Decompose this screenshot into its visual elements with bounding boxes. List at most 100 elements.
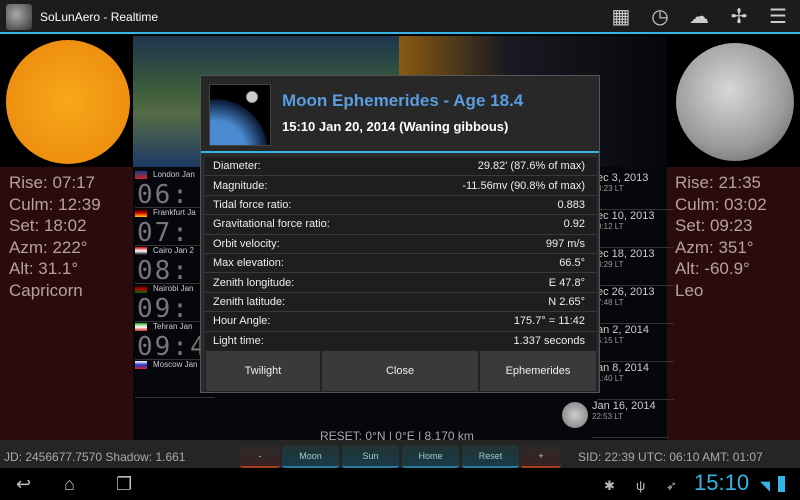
city-label: Nairobi Jan (153, 284, 194, 293)
phase-date: ec 26, 2013 (597, 286, 655, 298)
moon-phase-item[interactable]: Jan 16, 2014 22:53 LT (592, 400, 669, 438)
moon-sign: Leo (675, 280, 704, 300)
moon-button[interactable]: Moon (282, 445, 339, 468)
city-time-digits: 07: (137, 218, 190, 248)
moon-set: Set: 09:23 (675, 216, 753, 235)
flag-icon (135, 284, 147, 293)
moon-culm: Culm: 03:02 (675, 194, 767, 214)
ephemeris-row: Light time: 1.337 seconds (205, 331, 597, 351)
ephemeris-value: 0.92 (563, 218, 585, 231)
moon-phase-item[interactable]: ec 10, 2013 9:12 LT (597, 210, 674, 248)
flag-icon (135, 322, 147, 331)
ephemeris-row: Tidal force ratio: 0.883 (205, 195, 597, 216)
moon-phase-item[interactable]: ec 18, 2013 3:29 LT (597, 248, 674, 286)
city-label: Frankfurt Ja (153, 208, 196, 217)
zoom-in-button[interactable]: + (521, 445, 561, 468)
ephemerides-table: Diameter: 29.82' (87.6% of max) Magnitude:… (205, 157, 597, 351)
system-clock: 15:10 (694, 470, 750, 495)
moon-info: Rise: 21:35 Culm: 03:02 Set: 09:23 Azm: … (675, 172, 767, 301)
ephemeris-row: Max elevation: 66.5° (205, 253, 597, 274)
ephemeris-value: -11.56mv (90.8% of max) (462, 179, 585, 192)
sun-button[interactable]: Sun (342, 445, 399, 468)
phase-date: ec 3, 2013 (597, 172, 649, 184)
ephemeris-label: Light time: (213, 334, 264, 347)
ephemeris-label: Tidal force ratio: (213, 198, 292, 211)
sun-rise: Rise: 07:17 (9, 173, 95, 192)
app-icon[interactable] (6, 4, 32, 30)
city-label: London Jan (153, 170, 195, 179)
moon-phase-item[interactable]: ec 3, 2013 3:23 LT (597, 172, 674, 210)
home-icon[interactable]: ⌂ (64, 474, 75, 495)
ephemeris-value: 29.82' (87.6% of max) (477, 160, 585, 173)
city-time-digits: 08: (137, 256, 190, 286)
app-title: SoLunAero - Realtime (40, 10, 159, 24)
moon-ephemerides-dialog: Moon Ephemerides - Age 18.4 15:10 Jan 20… (200, 75, 600, 393)
city-label: Tehran Jan (153, 322, 193, 331)
calendar-icon[interactable]: ▦ (609, 6, 633, 28)
sun-info: Rise: 07:17 Culm: 12:39 Set: 18:02 Azm: … (9, 172, 101, 301)
recent-apps-icon[interactable]: ❐ (116, 474, 132, 495)
flag-icon (135, 360, 147, 369)
dialog-header: Moon Ephemerides - Age 18.4 15:10 Jan 20… (201, 76, 599, 153)
time-readout: SID: 22:39 UTC: 06:10 AMT: 01:07 (578, 450, 763, 464)
phase-date: an 8, 2014 (597, 362, 649, 374)
jd-shadow-readout: JD: 2456677.7570 Shadow: 1.661 (4, 450, 186, 464)
dialog-title: Moon Ephemerides - Age 18.4 (282, 91, 524, 110)
flag-icon (135, 208, 147, 217)
ephemeris-row: Orbit velocity: 997 m/s (205, 234, 597, 254)
sun-alt: Alt: 31.1° (9, 259, 79, 278)
back-icon[interactable]: ↩ (16, 474, 31, 495)
ephemeris-value: 997 m/s (545, 237, 585, 250)
moon-phase-item[interactable]: an 8, 2014 1:40 LT (597, 362, 674, 400)
sun-set: Set: 18:02 (9, 216, 87, 235)
phase-time: 9:12 LT (597, 222, 624, 231)
phase-time: 22:53 LT (592, 412, 623, 421)
phase-time: 3:23 LT (597, 184, 624, 193)
ephemeris-row: Hour Angle: 175.7° = 11:42 (205, 312, 597, 332)
moon-phase-item[interactable]: an 2, 2014 5:15 LT (597, 324, 674, 362)
ephemeris-row: Diameter: 29.82' (87.6% of max) (205, 157, 597, 177)
moon-phase-item[interactable]: ec 26, 2013 7:48 LT (597, 286, 674, 324)
cloud-icon[interactable]: ☁ (687, 6, 711, 28)
city-label: Cairo Jan 2 (153, 246, 194, 255)
moon-alt: Alt: -60.9° (675, 259, 750, 278)
phase-time: 1:40 LT (597, 374, 624, 383)
phase-time: 7:48 LT (597, 298, 624, 307)
ephemeris-row: Zenith longitude: E 47.8° (205, 273, 597, 293)
zoom-out-button[interactable]: - (240, 445, 280, 468)
ephemeris-label: Hour Angle: (213, 315, 271, 328)
ephemeris-label: Orbit velocity: (213, 237, 280, 250)
ephemeris-value: 1.337 seconds (513, 334, 585, 347)
city-time-digits: 09: (137, 294, 190, 324)
wifi-icon: ◥ (760, 478, 770, 493)
settings-sliders-icon[interactable]: ☰ (766, 6, 790, 28)
twilight-button[interactable]: Twilight (205, 350, 321, 392)
debug-icon: ✱ (604, 478, 615, 493)
ephemeris-row: Gravitational force ratio: 0.92 (205, 215, 597, 235)
moon-phase-icon (562, 402, 588, 428)
ephemeris-label: Max elevation: (213, 257, 284, 270)
reset-button[interactable]: Reset (462, 445, 519, 468)
phase-date: ec 18, 2013 (597, 248, 655, 260)
ephemeris-value: 175.7° = 11:42 (513, 315, 585, 328)
phase-date: an 2, 2014 (597, 324, 649, 336)
battery-icon (778, 476, 785, 492)
ephemeris-row: Zenith latitude: N 2.65° (205, 292, 597, 313)
gps-icon: ➶ (666, 478, 677, 493)
ephemeris-label: Zenith longitude: (213, 276, 295, 289)
satellite-icon[interactable]: ✢ (727, 6, 751, 28)
close-button[interactable]: Close (321, 350, 479, 392)
moon-image[interactable] (676, 43, 794, 161)
ephemeris-value: E 47.8° (548, 276, 585, 289)
ephemeris-value: 66.5° (559, 257, 585, 270)
ephemeris-value: 0.883 (557, 198, 585, 211)
phase-time: 3:29 LT (597, 260, 624, 269)
dialog-subtitle: 15:10 Jan 20, 2014 (Waning gibbous) (282, 119, 509, 134)
ephemeris-label: Gravitational force ratio: (213, 218, 330, 231)
home-button[interactable]: Home (402, 445, 459, 468)
clock-icon[interactable]: ◷ (648, 6, 672, 28)
ephemeris-row: Magnitude: -11.56mv (90.8% of max) (205, 176, 597, 196)
sun-image[interactable] (6, 40, 130, 164)
ephemeris-value: N 2.65° (548, 295, 585, 308)
ephemerides-button[interactable]: Ephemerides (479, 350, 597, 392)
